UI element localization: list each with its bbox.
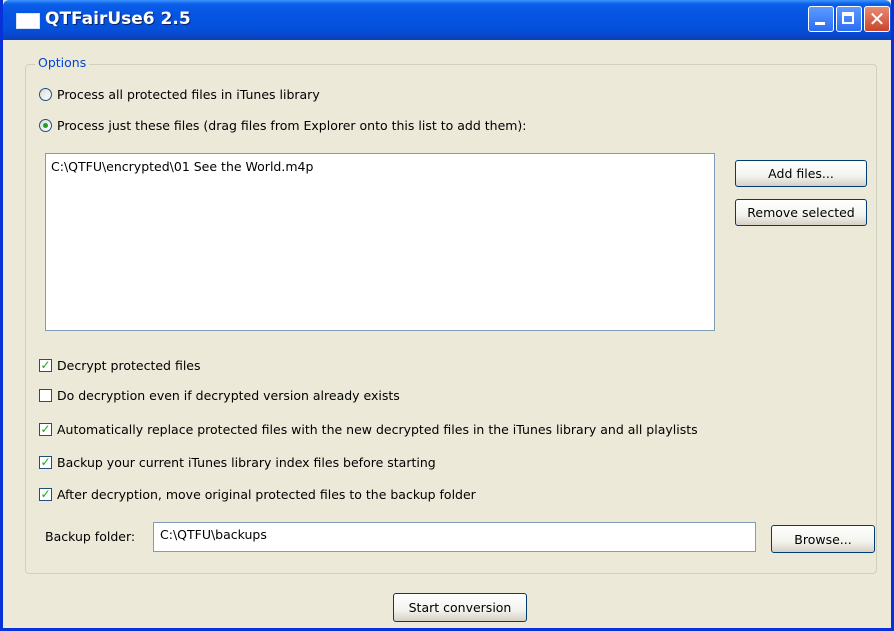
check-force-decrypt-label: Do decryption even if decrypted version … bbox=[57, 387, 400, 403]
check-move-originals[interactable]: ✓ After decryption, move original protec… bbox=[39, 485, 476, 503]
file-list[interactable]: C:\QTFU\encrypted\01 See the World.m4p bbox=[45, 153, 715, 331]
minimize-button[interactable] bbox=[808, 6, 834, 32]
close-button[interactable]: ✕ bbox=[864, 6, 890, 32]
maximize-button[interactable] bbox=[836, 6, 862, 32]
minimize-icon bbox=[815, 22, 825, 25]
check-move-originals-label: After decryption, move original protecte… bbox=[57, 486, 476, 502]
check-decrypt[interactable]: ✓ Decrypt protected files bbox=[39, 356, 201, 374]
check-auto-replace-label: Automatically replace protected files wi… bbox=[57, 421, 698, 437]
remove-selected-button[interactable]: Remove selected bbox=[735, 199, 867, 226]
check-force-decrypt-box[interactable] bbox=[39, 388, 52, 402]
check-force-decrypt[interactable]: Do decryption even if decrypted version … bbox=[39, 386, 400, 404]
close-icon: ✕ bbox=[868, 7, 886, 31]
radio-process-all[interactable]: Process all protected files in iTunes li… bbox=[39, 85, 320, 103]
add-files-button[interactable]: Add files... bbox=[735, 160, 867, 187]
backup-folder-label: Backup folder: bbox=[45, 529, 136, 544]
check-auto-replace-box[interactable]: ✓ bbox=[39, 422, 52, 436]
check-decrypt-label: Decrypt protected files bbox=[57, 357, 201, 373]
radio-process-just[interactable]: Process just these files (drag files fro… bbox=[39, 116, 527, 134]
radio-process-just-label: Process just these files (drag files fro… bbox=[57, 117, 527, 133]
check-backup-index[interactable]: ✓ Backup your current iTunes library ind… bbox=[39, 453, 436, 471]
options-legend: Options bbox=[35, 55, 90, 70]
list-item[interactable]: C:\QTFU\encrypted\01 See the World.m4p bbox=[51, 159, 313, 174]
check-decrypt-box[interactable]: ✓ bbox=[39, 358, 52, 372]
app-icon bbox=[16, 13, 40, 29]
browse-button[interactable]: Browse... bbox=[771, 525, 875, 553]
title-bar[interactable]: QTFairUse6 2.5 ✕ bbox=[3, 0, 891, 40]
radio-process-just-indicator[interactable] bbox=[39, 118, 52, 132]
maximize-icon bbox=[842, 12, 854, 24]
radio-process-all-indicator[interactable] bbox=[39, 87, 52, 101]
backup-folder-input[interactable]: C:\QTFU\backups bbox=[153, 522, 756, 552]
app-window: QTFairUse6 2.5 ✕ Options Process all pro… bbox=[0, 0, 894, 631]
window-title: QTFairUse6 2.5 bbox=[45, 9, 191, 29]
check-backup-index-box[interactable]: ✓ bbox=[39, 455, 52, 469]
radio-process-all-label: Process all protected files in iTunes li… bbox=[57, 86, 320, 102]
check-backup-index-label: Backup your current iTunes library index… bbox=[57, 454, 436, 470]
check-move-originals-box[interactable]: ✓ bbox=[39, 487, 52, 501]
check-auto-replace[interactable]: ✓ Automatically replace protected files … bbox=[39, 420, 698, 438]
start-conversion-button[interactable]: Start conversion bbox=[393, 593, 527, 622]
